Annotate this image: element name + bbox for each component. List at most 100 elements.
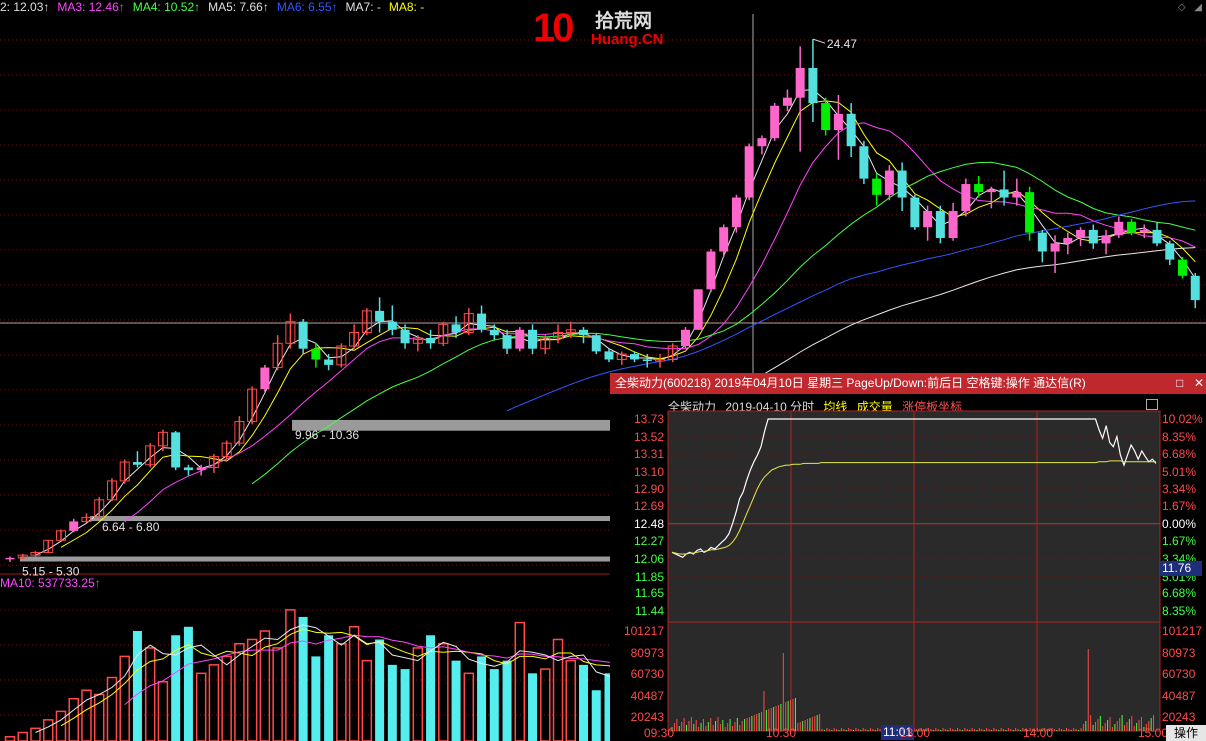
y-tick-left: 13.31 [633,447,664,462]
candle-body [719,227,729,252]
volume-bar [234,642,245,741]
intraday-popup[interactable]: 全柴动力(600218) 2019年04月10日 星期三 PageUp/Down… [610,373,1206,741]
y-tick-left: 12.06 [633,552,664,567]
candle-body [1088,229,1098,244]
candle-body [528,329,538,349]
volume-bar [81,689,92,741]
ma-legend-item: MA7: - [345,0,381,14]
vol-tick-left: 60730 [630,667,664,681]
candle-body [1139,229,1149,233]
candle-body [400,329,410,344]
candle-body [1127,221,1137,233]
candle-body [744,146,754,198]
volume-ma-legend: MA10: 537733.25↑ [0,576,101,590]
watermark-logo: 10 拾荒网 Huang.CN [533,6,668,52]
watermark-cn: 拾荒网 [595,10,653,32]
volume-bar [17,731,28,741]
vol-tick-left: 40487 [630,688,664,703]
y-tick-right: 8.35% [1162,604,1197,618]
candle-body [859,146,869,179]
candle-body [387,321,397,330]
x-tick: 13:00 [900,726,931,740]
candle-body [311,348,321,360]
volume-bar [579,664,589,741]
volume-bar [183,626,193,741]
candle-body [502,335,512,349]
volume-bar [438,642,449,741]
candle-body [1012,192,1022,198]
volume-bar [311,656,321,741]
y-tick-right: 0.00% [1162,516,1197,531]
ma-legend-item: 2: 12.03↑ [0,0,50,14]
x-tick: 15:00 [1138,726,1169,740]
volume-bar [361,659,373,741]
volume-bar [514,621,526,741]
intraday-chart[interactable] [610,373,1206,741]
candle-body [1050,243,1060,252]
volume-bar [221,655,232,741]
candle-body [1025,192,1035,233]
top-right-icons: ◇ ◢ [1172,2,1202,13]
x-tick: 14:00 [1023,726,1054,740]
diamond-icon[interactable]: ◇ [1178,2,1186,13]
candle-body [298,321,308,349]
collapse-icon[interactable]: ◢ [1194,2,1202,13]
volume-bar [336,642,347,741]
candle-body [1114,221,1124,236]
y-tick-left: 12.48 [633,516,664,531]
y-tick-right: 8.35% [1162,429,1197,444]
candle-body [731,197,741,228]
ma-line [761,247,1196,376]
candle-body [132,462,142,465]
candle-body [1190,275,1200,301]
volume-bar [489,669,499,741]
candle-body [375,310,385,322]
candle-body [426,337,436,344]
candle-body [961,184,971,212]
candle-body [183,467,193,471]
volume-bar [591,690,601,741]
candle-body [5,557,15,560]
candle-body [706,251,716,290]
volume-bar [565,659,577,741]
y-tick-left: 11.44 [634,604,664,618]
vol-tick-right: 20243 [1162,710,1196,724]
volume-bar [463,672,475,741]
x-tick: 09:30 [644,726,675,740]
volume-bar [451,660,461,741]
vol-tick-right: 40487 [1162,688,1196,703]
volume-bar [132,631,142,741]
peak-label: 24.47 [827,37,857,51]
ma-legend: 2: 12.03↑ MA3: 12.46↑ MA4: 10.52↑ MA5: 7.66… [0,0,432,14]
operate-button[interactable]: 操作 [1166,725,1206,741]
volume-bar [93,693,105,741]
vol-tick-left: 80973 [630,645,664,660]
candle-body [171,432,181,468]
volume-bar [55,710,67,741]
candle-body [974,184,984,193]
candle-body [515,329,525,349]
candle-body [680,329,690,346]
y-tick-right: 1.67% [1162,499,1197,514]
candle-body [642,359,652,361]
candle-body [260,367,270,390]
volume-bar [157,681,169,741]
watermark-number: 10 [533,6,574,50]
candle-body [489,329,499,336]
y-tick-right: 6.68% [1162,447,1197,462]
candle-body [808,67,818,104]
candle-body [935,211,945,239]
peak-pointer [812,38,826,44]
y-tick-left: 13.52 [633,429,664,444]
candle-body [999,189,1009,198]
current-price-box: 11.76 [1160,561,1202,576]
candle-body [1037,232,1047,252]
candle-body [897,170,907,198]
vol-tick-right: 101217 [1162,624,1203,638]
candle-body [69,521,79,531]
candle-body [770,105,780,139]
ma-legend-item: MA6: 6.55↑ [276,0,338,14]
volume-bar [42,719,54,741]
volume-bar [477,656,487,741]
candle-body [872,178,882,195]
